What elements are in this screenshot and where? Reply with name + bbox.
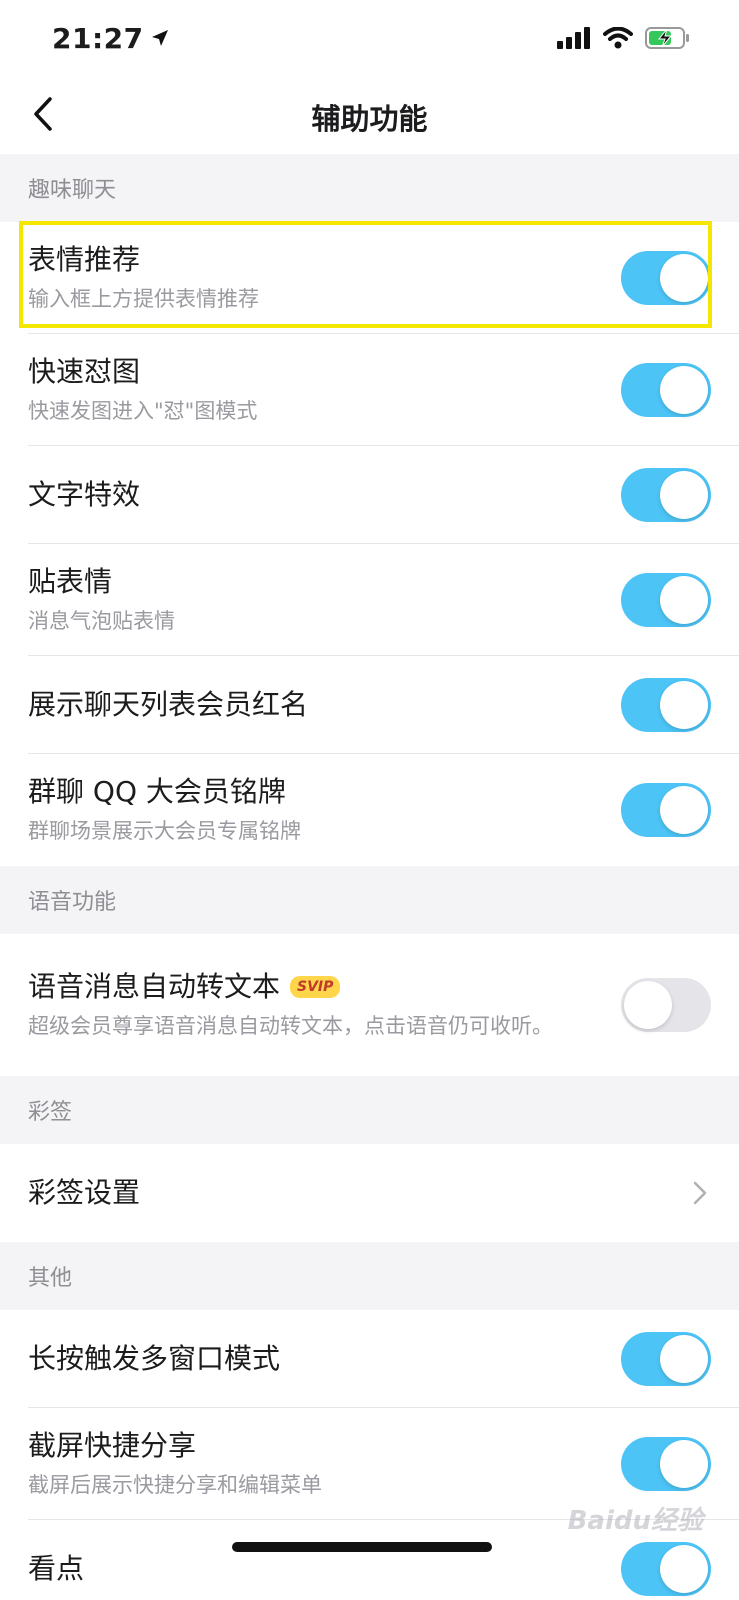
setting-title: 快速怼图 bbox=[28, 355, 141, 388]
setting-subtitle: 快速发图进入"怼"图模式 bbox=[28, 399, 258, 423]
setting-title: 彩签设置 bbox=[28, 1176, 141, 1209]
setting-row-vip-red-name: 展示聊天列表会员红名 bbox=[0, 656, 739, 754]
setting-subtitle: 输入框上方提供表情推荐 bbox=[28, 287, 259, 311]
setting-row-multi-window: 长按触发多窗口模式 bbox=[0, 1310, 739, 1408]
page-title: 辅助功能 bbox=[311, 102, 428, 136]
setting-title: 截屏快捷分享 bbox=[28, 1429, 197, 1462]
setting-row-sticker-emoji: 贴表情 消息气泡贴表情 bbox=[0, 544, 739, 656]
section-header-other: 其他 bbox=[0, 1242, 739, 1310]
setting-title: 展示聊天列表会员红名 bbox=[28, 688, 309, 721]
setting-title: 看点 bbox=[28, 1552, 85, 1585]
watermark: Baidu经验 bbox=[567, 1506, 703, 1536]
section-header-voice: 语音功能 bbox=[0, 866, 739, 934]
nav-bar: 辅助功能 bbox=[0, 80, 739, 154]
section-header-color-sign: 彩签 bbox=[0, 1076, 739, 1144]
setting-row-voice-to-text: 语音消息自动转文本 SVIP 超级会员尊享语音消息自动转文本，点击语音仍可收听。 bbox=[0, 934, 739, 1076]
section-header-fun-chat: 趣味聊天 bbox=[0, 154, 739, 222]
setting-row-group-vip-badge: 群聊 QQ 大会员铭牌 群聊场景展示大会员专属铭牌 bbox=[0, 754, 739, 866]
status-time-text: 21:27 bbox=[52, 22, 144, 55]
setting-row-color-sign-settings[interactable]: 彩签设置 bbox=[0, 1144, 739, 1242]
toggle-switch-emoji-recommend[interactable] bbox=[621, 251, 711, 305]
toggle-switch-quick-image[interactable] bbox=[621, 363, 711, 417]
setting-title-text: 语音消息自动转文本 bbox=[28, 970, 281, 1003]
toggle-switch-sticker-emoji[interactable] bbox=[621, 573, 711, 627]
setting-row-text-effects: 文字特效 bbox=[0, 446, 739, 544]
toggle-switch-group-vip-badge[interactable] bbox=[621, 783, 711, 837]
svip-badge: SVIP bbox=[290, 976, 341, 998]
setting-subtitle: 消息气泡贴表情 bbox=[28, 609, 175, 633]
toggle-switch-screenshot-share[interactable] bbox=[621, 1437, 711, 1491]
settings-content: 趣味聊天 表情推荐 输入框上方提供表情推荐 快速怼图 快速发图进入"怼"图模式 … bbox=[0, 154, 739, 1600]
status-bar: 21:27 bbox=[0, 0, 739, 80]
setting-title: 文字特效 bbox=[28, 478, 141, 511]
toggle-switch-multi-window[interactable] bbox=[621, 1332, 711, 1386]
toggle-switch-vip-red-name[interactable] bbox=[621, 678, 711, 732]
setting-subtitle: 超级会员尊享语音消息自动转文本，点击语音仍可收听。 bbox=[28, 1014, 553, 1038]
setting-subtitle: 群聊场景展示大会员专属铭牌 bbox=[28, 819, 301, 843]
toggle-switch-voice-to-text[interactable] bbox=[621, 978, 711, 1032]
group-color-sign: 彩签设置 bbox=[0, 1144, 739, 1242]
chevron-right-icon bbox=[689, 1179, 711, 1207]
setting-subtitle: 截屏后展示快捷分享和编辑菜单 bbox=[28, 1473, 322, 1497]
status-icons bbox=[557, 26, 691, 54]
setting-title: 语音消息自动转文本 SVIP bbox=[28, 969, 621, 1005]
group-fun-chat: 表情推荐 输入框上方提供表情推荐 快速怼图 快速发图进入"怼"图模式 文字特效 … bbox=[0, 222, 739, 866]
setting-row-emoji-recommend: 表情推荐 输入框上方提供表情推荐 bbox=[0, 222, 739, 334]
status-time: 21:27 bbox=[52, 22, 170, 55]
setting-title: 表情推荐 bbox=[28, 243, 141, 276]
toggle-switch-text-effects[interactable] bbox=[621, 468, 711, 522]
battery-charging-icon bbox=[645, 26, 691, 54]
group-other: 长按触发多窗口模式 截屏快捷分享 截屏后展示快捷分享和编辑菜单 看点 bbox=[0, 1310, 739, 1600]
signal-bars-icon bbox=[557, 27, 591, 53]
setting-row-quick-image: 快速怼图 快速发图进入"怼"图模式 bbox=[0, 334, 739, 446]
home-indicator[interactable] bbox=[232, 1542, 492, 1552]
toggle-switch-kandian[interactable] bbox=[621, 1542, 711, 1596]
setting-title: 长按触发多窗口模式 bbox=[28, 1342, 281, 1375]
setting-title: 贴表情 bbox=[28, 565, 113, 598]
wifi-icon bbox=[603, 26, 633, 53]
location-arrow-icon bbox=[150, 22, 170, 55]
group-voice: 语音消息自动转文本 SVIP 超级会员尊享语音消息自动转文本，点击语音仍可收听。 bbox=[0, 934, 739, 1076]
setting-title: 群聊 QQ 大会员铭牌 bbox=[28, 775, 286, 808]
